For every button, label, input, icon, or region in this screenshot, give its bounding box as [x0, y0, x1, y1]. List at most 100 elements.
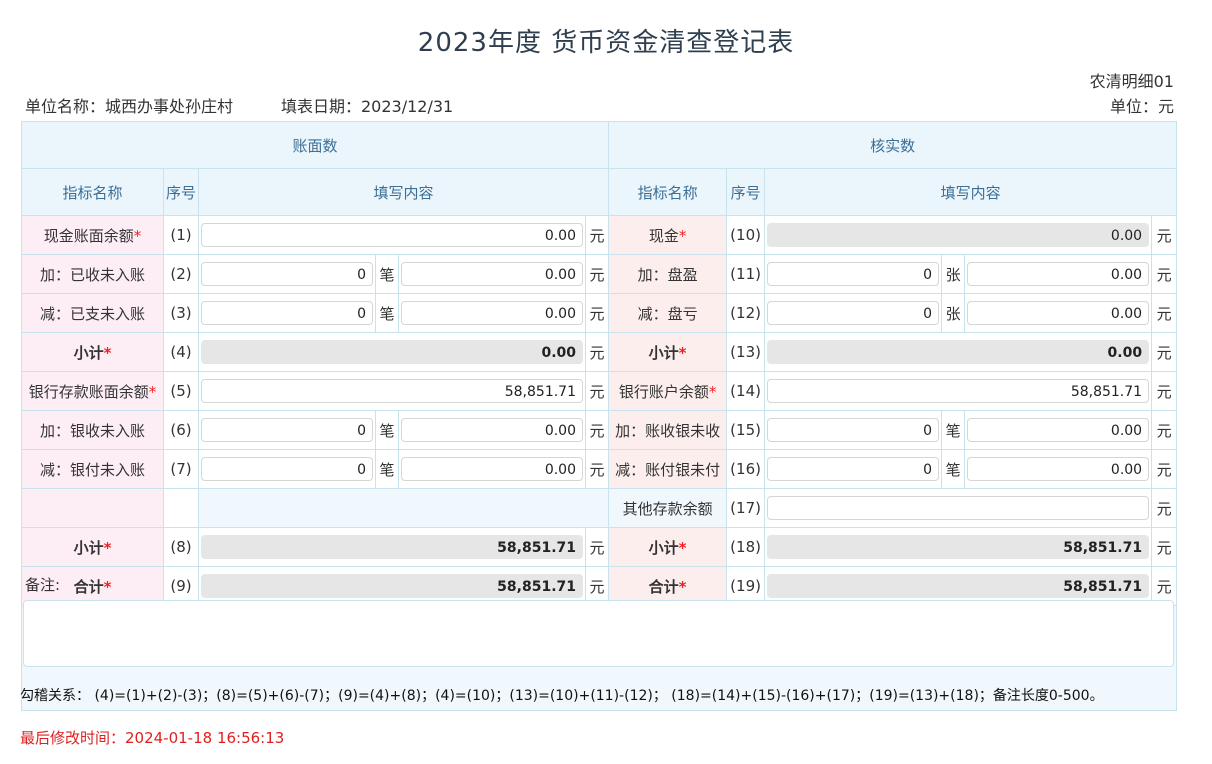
row-label-text: 现金	[648, 226, 679, 245]
unit-label: 元	[584, 254, 610, 294]
book-paid-bank-unpaid-amount-input[interactable]: 0.00	[967, 457, 1150, 481]
row-seq: (15)	[726, 410, 766, 450]
table-row: 减：已支未入账 (3) 0 笔 0.00 元 减：盘亏 (12) 0 张 0.0…	[21, 293, 1178, 333]
cash-verified-subtotal-amount: 0.00	[767, 340, 1150, 364]
table-row: 加：已收未入账 (2) 0 笔 0.00 元 加：盘盈 (11) 0 张 0.0…	[21, 254, 1178, 294]
count-cell: 0	[764, 410, 943, 450]
unit-label: 元	[1151, 527, 1178, 567]
bank-received-unrecorded-count-input[interactable]: 0	[201, 418, 373, 442]
book-received-bank-unreceived-count-input[interactable]: 0	[767, 418, 940, 442]
paid-unrecorded-amount-input[interactable]: 0.00	[401, 301, 583, 325]
unit-label: 张	[941, 293, 966, 333]
bank-book-balance-input[interactable]: 58,851.71	[201, 379, 583, 403]
last-modified-time: 最后修改时间：2024-01-18 16:56:13	[20, 729, 285, 747]
col-indicator-right: 指标名称	[608, 168, 728, 216]
row-label: 减：银付未入账	[21, 449, 164, 489]
bank-account-balance-input[interactable]: 58,851.71	[767, 379, 1150, 403]
row-seq: (3)	[163, 293, 199, 333]
unit-label: 笔	[375, 293, 399, 333]
row-seq: (14)	[726, 371, 766, 411]
shortage-amount-input[interactable]: 0.00	[967, 301, 1150, 325]
unit-label: 元	[1151, 332, 1178, 372]
unit-label: 元	[1151, 254, 1178, 294]
row-label-empty	[21, 488, 164, 528]
unit-label: 元	[1151, 410, 1178, 450]
row-label: 加：账收银未收	[608, 410, 728, 450]
count-cell: 0	[198, 449, 376, 489]
bank-paid-unrecorded-count-input[interactable]: 0	[201, 457, 373, 481]
row-label: 加：盘盈	[608, 254, 728, 294]
book-paid-bank-unpaid-count-input[interactable]: 0	[767, 457, 940, 481]
row-label: 小计*	[608, 527, 728, 567]
unit-label: 元	[584, 215, 610, 255]
bank-received-unrecorded-amount-input[interactable]: 0.00	[401, 418, 583, 442]
required-mark: *	[103, 343, 112, 362]
received-unrecorded-count-input[interactable]: 0	[201, 262, 373, 286]
col-content-right: 填写内容	[764, 168, 1178, 216]
surplus-count-input[interactable]: 0	[767, 262, 940, 286]
bank-paid-unrecorded-amount-input[interactable]: 0.00	[401, 457, 583, 481]
col-seq-left: 序号	[163, 168, 199, 216]
unit-label: 元	[584, 449, 610, 489]
shortage-count-input[interactable]: 0	[767, 301, 940, 325]
surplus-amount-input[interactable]: 0.00	[967, 262, 1150, 286]
row-seq: (4)	[163, 332, 199, 372]
amount-cell: 0.00	[964, 410, 1153, 450]
note-textarea[interactable]	[23, 600, 1174, 667]
row-label: 减：已支未入账	[21, 293, 164, 333]
col-content-left: 填写内容	[197, 168, 610, 216]
row-label: 其他存款余额	[608, 488, 728, 528]
table-row: 现金账面余额* (1) 0.00 元 现金* (10) 0.00 元	[21, 215, 1178, 255]
row-label: 现金*	[608, 215, 728, 255]
amount-cell: 58,851.71	[198, 371, 586, 411]
row-seq: (7)	[163, 449, 199, 489]
row-seq: (17)	[726, 488, 766, 528]
form-code: 农清明细01	[1089, 72, 1174, 91]
row-label: 加：银收未入账	[21, 410, 164, 450]
unit-label: 笔	[375, 254, 399, 294]
empty-cell	[197, 488, 610, 528]
unit-name: 单位名称：城西办事处孙庄村	[25, 97, 234, 116]
other-deposit-balance-input[interactable]	[767, 496, 1150, 520]
count-cell: 0	[764, 293, 943, 333]
check-relation-text: 勾稽关系： (4)=(1)+(2)-(3)；(8)=(5)+(6)-(7)；(9…	[20, 688, 1104, 704]
amount-cell	[764, 488, 1153, 528]
amount-cell: 0.00	[964, 449, 1153, 489]
unit-label: 元	[1151, 215, 1178, 255]
book-received-bank-unreceived-amount-input[interactable]: 0.00	[967, 418, 1150, 442]
required-mark: *	[103, 538, 112, 557]
row-label: 减：账付银未付	[608, 449, 728, 489]
unit-label: 元	[584, 410, 610, 450]
row-label-text: 现金账面余额	[43, 226, 134, 245]
count-cell: 0	[198, 410, 376, 450]
unit-label: 元	[1151, 293, 1178, 333]
unit-label: 笔	[941, 449, 966, 489]
unit-label: 笔	[375, 449, 399, 489]
row-seq: (10)	[726, 215, 766, 255]
required-mark: *	[678, 538, 687, 557]
unit-label: 张	[941, 254, 966, 294]
unit-label: 元	[584, 527, 610, 567]
amount-cell: 0.00	[764, 215, 1153, 255]
table-row: 其他存款余额 (17) 元	[21, 488, 1178, 528]
required-mark: *	[133, 226, 142, 245]
bank-verified-subtotal-amount: 58,851.71	[767, 535, 1150, 559]
row-label-text: 合计	[648, 577, 679, 596]
paid-unrecorded-count-input[interactable]: 0	[201, 301, 373, 325]
received-unrecorded-amount-input[interactable]: 0.00	[401, 262, 583, 286]
col-indicator-left: 指标名称	[21, 168, 164, 216]
row-label: 加：已收未入账	[21, 254, 164, 294]
amount-cell: 58,851.71	[764, 371, 1153, 411]
row-label-text: 银行账户余额	[618, 382, 709, 401]
count-cell: 0	[198, 293, 376, 333]
cash-verified-amount: 0.00	[767, 223, 1150, 247]
cash-book-balance-input[interactable]: 0.00	[201, 223, 583, 247]
amount-cell: 0.00	[964, 254, 1153, 294]
row-seq: (1)	[163, 215, 199, 255]
unit-label: 元	[1151, 449, 1178, 489]
row-seq: (13)	[726, 332, 766, 372]
row-label: 小计*	[21, 332, 164, 372]
row-seq: (12)	[726, 293, 766, 333]
unit-label: 元	[1151, 488, 1178, 528]
cash-subtotal-amount: 0.00	[201, 340, 583, 364]
